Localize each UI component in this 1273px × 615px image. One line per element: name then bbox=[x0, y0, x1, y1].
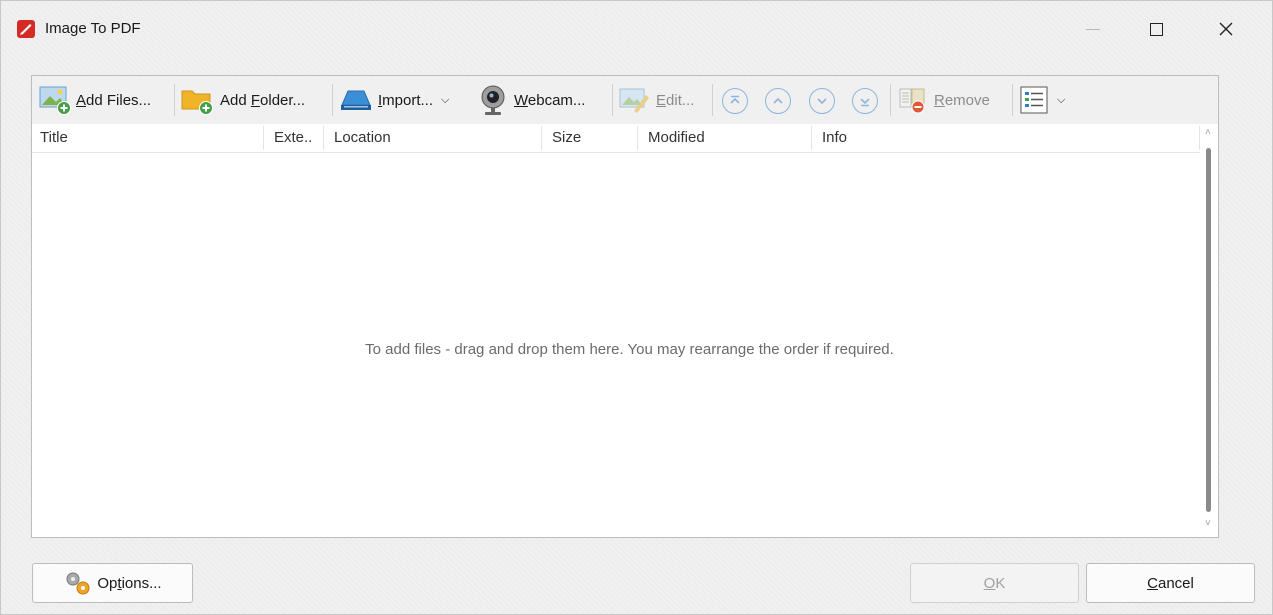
webcam-button[interactable]: Webcam... bbox=[476, 80, 585, 120]
close-icon bbox=[1219, 22, 1233, 36]
options-label: Options... bbox=[97, 574, 162, 592]
toolbar-separator bbox=[1012, 84, 1013, 116]
add-folder-button[interactable]: Add Folder... bbox=[180, 80, 305, 120]
column-divider[interactable] bbox=[637, 126, 638, 150]
toolbar-separator bbox=[174, 84, 175, 116]
view-mode-chevron-down-icon[interactable]: ⌵ bbox=[1057, 94, 1065, 107]
toolbar-separator bbox=[332, 84, 333, 116]
column-divider[interactable] bbox=[811, 126, 812, 150]
scroll-up-arrow-icon[interactable]: ˄ bbox=[1205, 127, 1211, 138]
column-location[interactable]: Location bbox=[334, 129, 391, 146]
toolbar-separator bbox=[612, 84, 613, 116]
double-chevron-down-icon bbox=[860, 98, 870, 107]
import-button[interactable]: Import... ⌵ bbox=[338, 80, 449, 120]
double-chevron-up-icon bbox=[730, 95, 740, 104]
move-to-top-button[interactable] bbox=[722, 88, 748, 114]
add-image-icon bbox=[39, 86, 71, 115]
title-bar: Image To PDF bbox=[1, 1, 1272, 57]
minimize-icon bbox=[1086, 28, 1100, 30]
import-dropdown-chevron-icon[interactable]: ⌵ bbox=[441, 94, 449, 107]
list-column-header: Title Exte.. Location Size Modified Info bbox=[32, 124, 1218, 153]
add-files-label: Add Files... bbox=[76, 91, 152, 109]
toolbar-separator bbox=[890, 84, 891, 116]
remove-button[interactable]: Remove bbox=[898, 80, 990, 120]
remove-label: Remove bbox=[934, 91, 990, 109]
scroll-down-arrow-icon[interactable]: ˅ bbox=[1205, 518, 1211, 529]
add-folder-label: Add Folder... bbox=[220, 91, 306, 109]
view-mode-button[interactable]: ⌵ bbox=[1019, 80, 1065, 120]
edit-button[interactable]: Edit... bbox=[618, 80, 694, 120]
column-divider[interactable] bbox=[263, 126, 264, 150]
column-info[interactable]: Info bbox=[822, 129, 847, 146]
chevron-down-icon bbox=[817, 98, 827, 105]
column-modified[interactable]: Modified bbox=[648, 129, 705, 146]
chevron-up-icon bbox=[773, 97, 783, 104]
webcam-icon bbox=[481, 85, 505, 115]
minimize-button[interactable] bbox=[1068, 9, 1118, 49]
vertical-scrollbar[interactable]: ˄ ˅ bbox=[1200, 124, 1218, 537]
remove-file-icon bbox=[899, 88, 925, 114]
scanner-icon bbox=[341, 90, 371, 110]
file-list-panel: Add Files... Add Folder... Import... ⌵ W… bbox=[31, 75, 1219, 538]
move-down-button[interactable] bbox=[809, 88, 835, 114]
app-logo-icon bbox=[16, 19, 36, 39]
image-to-pdf-dialog: Image To PDF Add Files... Add Folder... … bbox=[0, 0, 1273, 615]
import-label: Import... bbox=[378, 91, 434, 109]
move-to-bottom-button[interactable] bbox=[852, 88, 878, 114]
webcam-label: Webcam... bbox=[514, 91, 586, 109]
column-title[interactable]: Title bbox=[40, 129, 68, 146]
window-title: Image To PDF bbox=[45, 20, 141, 37]
column-extension[interactable]: Exte.. bbox=[274, 129, 312, 146]
edit-label: Edit... bbox=[656, 91, 695, 109]
close-button[interactable] bbox=[1201, 9, 1251, 49]
add-folder-icon bbox=[181, 90, 213, 115]
details-view-icon bbox=[1020, 86, 1048, 114]
maximize-button[interactable] bbox=[1131, 9, 1181, 49]
edit-image-icon bbox=[619, 88, 649, 113]
move-up-button[interactable] bbox=[765, 88, 791, 114]
maximize-icon bbox=[1149, 22, 1163, 36]
empty-list-message: To add files - drag and drop them here. … bbox=[365, 341, 894, 358]
cancel-button[interactable]: Cancel bbox=[1086, 563, 1255, 603]
add-files-button[interactable]: Add Files... bbox=[38, 80, 151, 120]
cancel-label: Cancel bbox=[1147, 574, 1194, 592]
column-divider[interactable] bbox=[541, 126, 542, 150]
options-button[interactable]: Options... bbox=[32, 563, 193, 603]
ok-button[interactable]: OK bbox=[910, 563, 1079, 603]
ok-label: OK bbox=[983, 574, 1006, 592]
column-size[interactable]: Size bbox=[552, 129, 581, 146]
toolbar: Add Files... Add Folder... Import... ⌵ W… bbox=[32, 76, 1218, 125]
gears-icon bbox=[66, 572, 90, 595]
scrollbar-thumb[interactable] bbox=[1206, 148, 1211, 512]
toolbar-separator bbox=[712, 84, 713, 116]
column-divider[interactable] bbox=[323, 126, 324, 150]
